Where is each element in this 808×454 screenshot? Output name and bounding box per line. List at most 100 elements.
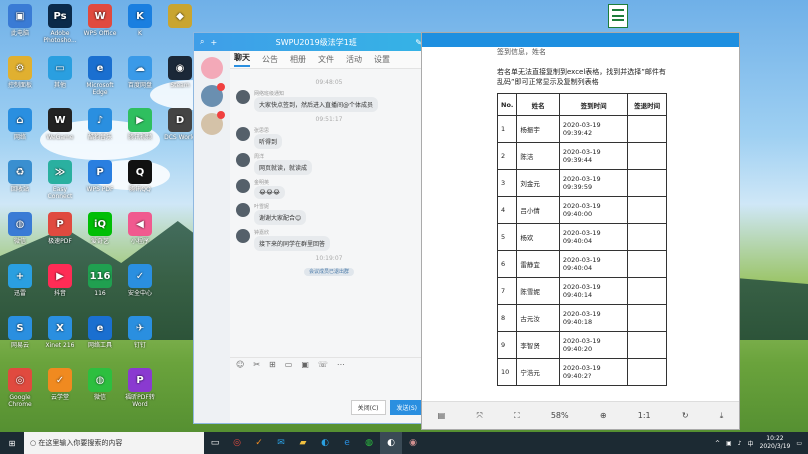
app-icon[interactable]: ✓ <box>248 432 270 454</box>
table-cell: 陈洁 <box>516 142 560 170</box>
session-avatar[interactable] <box>201 111 225 135</box>
desktop-icon[interactable]: ☁ 百度网盘 <box>120 56 160 89</box>
desktop-icon[interactable]: Ps Adobe Photosho... <box>40 4 80 44</box>
desktop-icon[interactable]: ▣ 此电脑 <box>0 4 40 37</box>
message-bubble[interactable]: 大家快点签到，然后进入直播间@个体成员 <box>254 97 379 112</box>
ime-indicator[interactable]: 中 <box>748 439 754 448</box>
desktop-icon[interactable]: + 迅雷 <box>0 264 40 297</box>
download-icon[interactable]: ⤓ <box>720 411 724 421</box>
start-button[interactable]: ⊞ <box>0 432 24 454</box>
send-button[interactable]: 发送(S) <box>389 400 424 415</box>
photo-viewer-icon[interactable]: ◉ <box>402 432 424 454</box>
network-icon[interactable]: ▣ <box>726 440 732 447</box>
desktop-icon[interactable]: P 福昕PDF转Word <box>120 368 160 408</box>
desktop-icon[interactable]: W WPS Office <box>80 4 120 37</box>
toolbar-icon[interactable]: ☏ <box>318 360 328 369</box>
desktop-icon[interactable]: iQ 爱奇艺 <box>80 212 120 245</box>
toolbar-icon[interactable]: ▭ <box>285 360 293 369</box>
message-bubble[interactable]: 听得到 <box>254 134 283 149</box>
desktop-icon[interactable]: ≫ Easy Connect <box>40 160 80 200</box>
desktop-icon[interactable]: ◎ Google Chrome <box>0 368 40 408</box>
layout-icon[interactable]: ▤ <box>438 411 446 420</box>
intro-paragraph: 若名单无法直接复制到excel表格，找到并选择”邮件有乱码”即可正常显示及复制列… <box>497 68 666 86</box>
desktop-icon[interactable]: W WeGame <box>40 108 80 141</box>
desktop-icon[interactable]: 116 116 <box>80 264 120 297</box>
viewer-title-bar[interactable] <box>422 33 739 47</box>
message-bubble[interactable]: 😂😂😂 <box>254 186 286 199</box>
viewer-toolbar: ▤ ⤧ ⛶ 58% ⊕ 1:1 ↻ ⤓ <box>422 401 739 429</box>
desktop-icon[interactable]: P WPS PDF <box>80 160 120 193</box>
session-avatar[interactable] <box>201 83 225 107</box>
desktop-icon-label: 此电脑 <box>10 30 29 37</box>
toolbar-icon[interactable]: ☺ <box>236 360 244 369</box>
task-view-icon[interactable]: ▭ <box>204 432 226 454</box>
desktop-icon[interactable]: X Xinet 216 <box>40 316 80 349</box>
toolbar-icon[interactable]: ⊞ <box>269 360 276 369</box>
chat-tab[interactable]: 设置 <box>374 54 390 65</box>
crop-icon[interactable]: ⛶ <box>514 411 520 421</box>
avatar[interactable] <box>236 179 250 193</box>
desktop-icon[interactable]: S 网易云 <box>0 316 40 349</box>
desktop-icon[interactable]: ◀ 小程序 <box>120 212 160 245</box>
desktop-icon[interactable]: ♻ 回收站 <box>0 160 40 193</box>
message-bubble[interactable]: 网页就读，就读成 <box>254 160 313 175</box>
desktop-icon[interactable]: ◆ <box>160 4 200 30</box>
desktop-icon[interactable]: ▶ 抖音 <box>40 264 80 297</box>
desktop-icon[interactable]: e 网络工具 <box>80 316 120 349</box>
chat-tab[interactable]: 相册 <box>290 54 306 65</box>
desktop-icon[interactable]: ✓ 安全中心 <box>120 264 160 297</box>
actual-size-icon[interactable]: 1:1 <box>638 411 651 420</box>
toolbar-icon[interactable]: ⋯ <box>337 360 345 369</box>
chat-tab[interactable]: 文件 <box>318 54 334 65</box>
edge-icon[interactable]: e <box>336 432 358 454</box>
chat-tab[interactable]: 活动 <box>346 54 362 65</box>
taskbar-search[interactable]: ○ 在这里输入你要搜索的内容 <box>24 432 204 454</box>
message-bubble[interactable]: 接下来的同学在群里回答 <box>254 236 331 251</box>
qq-title-bar[interactable]: ⌕ + SWPU2019级法学1班 ✎ <box>194 33 428 51</box>
desktop-icon[interactable]: P 极速PDF <box>40 212 80 245</box>
wechat-icon[interactable]: ◍ <box>358 432 380 454</box>
qq-icon[interactable]: ◐ <box>314 432 336 454</box>
zoom-in-icon[interactable]: ⊕ <box>600 411 607 420</box>
desktop-icon[interactable]: ⌂ 网络 <box>0 108 40 141</box>
desktop-icon[interactable]: KK <box>120 4 160 37</box>
avatar[interactable] <box>236 127 250 141</box>
notification-icon[interactable]: ▭ <box>796 440 802 447</box>
toolbar-icon[interactable]: ▣ <box>301 360 309 369</box>
avatar[interactable] <box>236 203 250 217</box>
table-row: 7 陈雪妮 2020-03-19 09:40:14 <box>496 277 667 305</box>
search-icon[interactable]: ⌕ <box>200 37 204 47</box>
desktop-icon[interactable]: e Microsoft Edge <box>80 56 120 96</box>
desktop-icon[interactable]: ▶ 腾讯视频 <box>120 108 160 141</box>
avatar[interactable] <box>236 90 250 104</box>
desktop-icon-label: 腾讯QQ <box>129 186 151 193</box>
desktop-icon[interactable]: ▭ 其他 <box>40 56 80 89</box>
chevron-up-icon[interactable]: ^ <box>715 440 720 447</box>
toolbar-icon[interactable]: ✂ <box>253 360 260 369</box>
message-bubble[interactable]: 谢谢大家配合😊 <box>254 210 307 225</box>
close-button[interactable]: 关闭(C) <box>350 400 386 415</box>
chat-message: 钟嘉欣 接下来的同学在群里回答 <box>236 229 422 251</box>
desktop-icon[interactable]: ◍ 微信 <box>0 212 40 245</box>
desktop-icon[interactable]: ✓ 云学堂 <box>40 368 80 401</box>
desktop-icon[interactable]: ⚙ 控制面板 <box>0 56 40 89</box>
chrome-icon[interactable]: ◎ <box>226 432 248 454</box>
excel-file-icon[interactable] <box>608 4 628 28</box>
rotate-icon[interactable]: ↻ <box>682 411 689 420</box>
chat-tab[interactable]: 公告 <box>262 54 278 65</box>
folder-icon[interactable]: ▰ <box>292 432 314 454</box>
volume-icon[interactable]: ♪ <box>738 440 742 447</box>
session-avatar[interactable] <box>201 57 223 79</box>
chat-tab[interactable]: 聊天 <box>234 52 250 67</box>
avatar[interactable] <box>236 153 250 167</box>
active-qq-icon[interactable]: ◐ <box>380 432 402 454</box>
desktop-icon[interactable]: Q 腾讯QQ <box>120 160 160 193</box>
mail-icon[interactable]: ✉ <box>270 432 292 454</box>
avatar[interactable] <box>236 229 250 243</box>
desktop-icon[interactable]: ◍ 微信 <box>80 368 120 401</box>
clock[interactable]: 10:22 2020/3/19 <box>760 435 791 451</box>
desktop-icon[interactable]: ✈ 钉钉 <box>120 316 160 349</box>
fit-icon[interactable]: ⤧ <box>476 411 482 421</box>
desktop-icon[interactable]: ♪ 酷狗音乐 <box>80 108 120 141</box>
add-icon[interactable]: + <box>210 38 217 47</box>
